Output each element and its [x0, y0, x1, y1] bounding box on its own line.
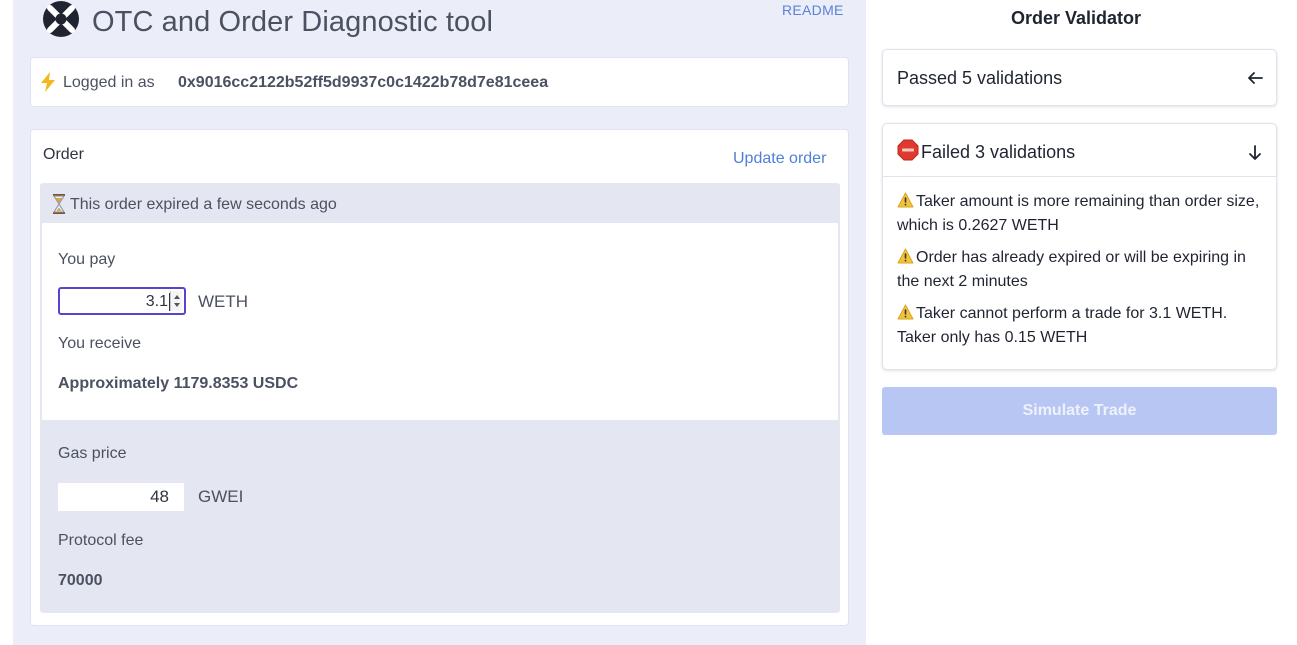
- update-order-button[interactable]: Update order: [733, 150, 826, 168]
- warning-icon: [897, 304, 914, 320]
- order-card: Order Update order This order expired a …: [30, 129, 849, 626]
- gas-price-input[interactable]: 48: [58, 483, 184, 511]
- pay-amount-value: 3.1: [145, 293, 168, 310]
- hourglass-icon: [53, 194, 65, 214]
- arrow-down-icon: [1249, 145, 1261, 160]
- number-spinner[interactable]: [170, 291, 182, 311]
- protocol-fee-label: Protocol fee: [58, 532, 144, 549]
- spinner-up-icon[interactable]: [174, 295, 180, 299]
- warning-icon: [897, 248, 914, 264]
- lightning-icon: [41, 72, 55, 92]
- passed-validations-toggle[interactable]: Passed 5 validations: [882, 49, 1277, 106]
- you-receive-label: You receive: [58, 335, 142, 352]
- failure-item: Order has already expired or will be exp…: [897, 248, 1246, 290]
- login-status-card: Logged in as 0x9016cc2122b52ff5d9937c0c1…: [30, 57, 849, 107]
- login-label: Logged in as: [63, 74, 155, 91]
- expiry-text: This order expired a few seconds ago: [70, 196, 337, 213]
- simulate-trade-button[interactable]: Simulate Trade: [882, 387, 1277, 435]
- trade-amounts-section: You pay 3.1 WETH You receive Approximate…: [42, 223, 838, 420]
- pay-token-unit: WETH: [198, 292, 249, 311]
- page-title: OTC and Order Diagnostic tool: [92, 6, 494, 38]
- failure-item: Taker amount is more remaining than orde…: [897, 192, 1260, 234]
- 0x-logo-icon: [43, 1, 79, 37]
- receive-amount: Approximately 1179.8353 USDC: [58, 375, 299, 392]
- order-details: This order expired a few seconds ago You…: [40, 183, 840, 613]
- arrow-left-icon: [1248, 72, 1263, 84]
- wallet-address: 0x9016cc2122b52ff5d9937c0c1422b78d7e81ce…: [178, 74, 549, 91]
- failure-list: Taker amount is more remaining than orde…: [897, 190, 1267, 358]
- gas-unit: GWEI: [198, 487, 244, 506]
- protocol-fee-value: 70000: [58, 572, 103, 589]
- validator-title: Order Validator: [1011, 8, 1142, 28]
- pay-amount-input[interactable]: 3.1: [58, 287, 186, 315]
- gas-price-label: Gas price: [58, 445, 127, 462]
- failed-validations-label: Failed 3 validations: [921, 142, 1076, 162]
- you-pay-label: You pay: [58, 251, 116, 268]
- failure-item: Taker cannot perform a trade for 3.1 WET…: [897, 304, 1228, 346]
- readme-link[interactable]: README: [782, 2, 844, 18]
- spinner-down-icon[interactable]: [174, 303, 180, 307]
- diagnostic-panel: OTC and Order Diagnostic tool README Log…: [13, 0, 866, 645]
- warning-icon: [897, 192, 914, 208]
- gas-price-value: 48: [150, 487, 169, 506]
- stop-sign-icon: [897, 139, 919, 161]
- passed-validations-label: Passed 5 validations: [897, 68, 1063, 88]
- expiry-banner: This order expired a few seconds ago: [40, 183, 840, 223]
- failed-validations-panel: Failed 3 validations Taker amount is mor…: [882, 123, 1277, 370]
- order-heading: Order: [43, 146, 84, 163]
- failed-validations-toggle[interactable]: Failed 3 validations: [883, 124, 1276, 177]
